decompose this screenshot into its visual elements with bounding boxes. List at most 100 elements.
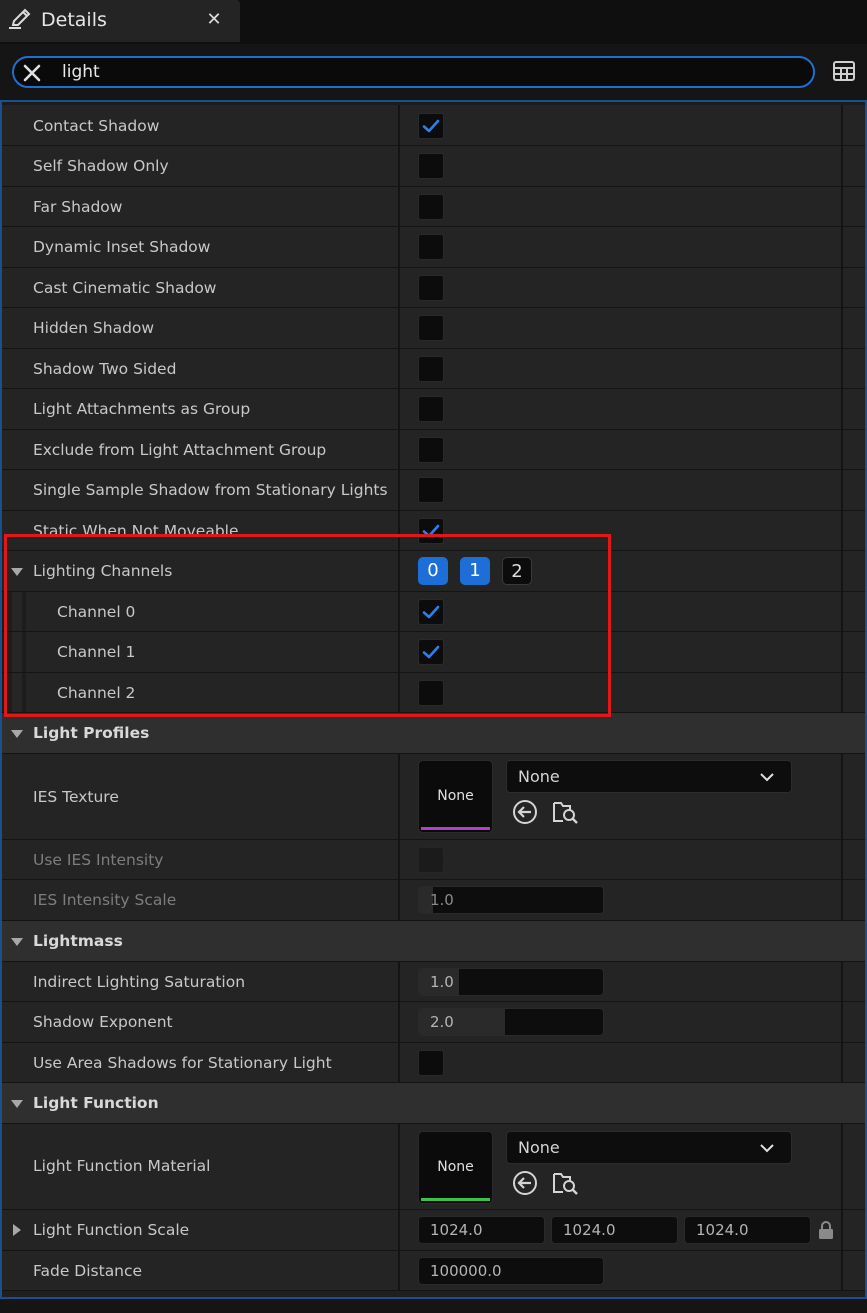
- property-row-use-area-shadows: Use Area Shadows for Stationary Light: [2, 1043, 865, 1083]
- thumbnail-label: None: [437, 1159, 474, 1175]
- section-title: Light Profiles: [33, 724, 150, 742]
- checkbox-light-attachments-as-group[interactable]: [418, 396, 444, 422]
- checkbox-far-shadow[interactable]: [418, 194, 444, 220]
- property-label: Contact Shadow: [33, 117, 160, 135]
- checkbox-channel-2[interactable]: [418, 680, 444, 706]
- chevron-down-icon: [760, 1144, 774, 1153]
- checkbox-use-area-shadows[interactable]: [418, 1050, 444, 1076]
- checkbox-cast-cinematic-shadow[interactable]: [418, 275, 444, 301]
- property-row-static-when-not-moveable: Static When Not Moveable: [2, 511, 865, 551]
- tab-title: Details: [41, 9, 107, 31]
- collapse-arrow-icon[interactable]: [11, 938, 23, 946]
- property-label: Dynamic Inset Shadow: [33, 238, 211, 256]
- checkbox-self-shadow-only[interactable]: [418, 153, 444, 179]
- property-label: Shadow Two Sided: [33, 360, 177, 378]
- chevron-down-icon: [760, 773, 774, 782]
- checkbox-channel-0[interactable]: [418, 599, 444, 625]
- property-label: IES Intensity Scale: [33, 891, 177, 909]
- section-header-lightmass[interactable]: Lightmass: [2, 921, 865, 962]
- table-grid-icon[interactable]: [832, 59, 856, 83]
- property-label: Channel 2: [57, 684, 136, 702]
- property-label: Light Function Scale: [33, 1221, 190, 1239]
- property-label: Use IES Intensity: [33, 851, 164, 869]
- asset-type-bar: [421, 827, 490, 830]
- checkbox-hidden-shadow[interactable]: [418, 315, 444, 341]
- asset-type-bar: [421, 1198, 490, 1201]
- use-selected-asset-icon[interactable]: [511, 798, 539, 826]
- property-row-contact-shadow: Contact Shadow: [2, 105, 865, 146]
- property-row-light-function-scale: Light Function Scale 1024.0 1024.0 1024.…: [2, 1210, 865, 1251]
- search-input[interactable]: [62, 60, 802, 84]
- section-header-light-function[interactable]: Light Function: [2, 1083, 865, 1124]
- collapse-arrow-icon[interactable]: [11, 730, 23, 738]
- browse-asset-icon[interactable]: [551, 1169, 579, 1197]
- close-icon[interactable]: [20, 61, 44, 85]
- property-row-channel-1: Channel 1: [2, 632, 865, 673]
- checkbox-dynamic-inset-shadow[interactable]: [418, 234, 444, 260]
- field-value: 1.0: [430, 973, 454, 991]
- property-row-dynamic-inset-shadow: Dynamic Inset Shadow: [2, 227, 865, 268]
- property-row-ies-intensity-scale: IES Intensity Scale 1.0: [2, 880, 865, 921]
- scale-z-field[interactable]: 1024.0: [684, 1216, 811, 1244]
- property-row-ies-texture: IES Texture None None: [2, 754, 865, 840]
- shadow-exponent-field[interactable]: 2.0: [418, 1008, 604, 1036]
- checkbox-static-when-not-moveable[interactable]: [418, 518, 444, 544]
- asset-thumbnail[interactable]: None: [418, 760, 493, 833]
- checkbox-use-ies-intensity[interactable]: [418, 847, 444, 873]
- scale-x-field[interactable]: 1024.0: [418, 1216, 545, 1244]
- fade-distance-field[interactable]: 100000.0: [418, 1257, 604, 1285]
- tab-details[interactable]: Details ✕: [0, 0, 240, 42]
- details-panel: Contact Shadow Self Shadow Only Far Shad…: [0, 100, 867, 1298]
- property-row-self-shadow-only: Self Shadow Only: [2, 146, 865, 187]
- property-row-shadow-exponent: Shadow Exponent 2.0: [2, 1002, 865, 1043]
- collapse-arrow-icon[interactable]: [11, 568, 23, 576]
- scale-y-field[interactable]: 1024.0: [551, 1216, 678, 1244]
- indirect-lighting-saturation-field[interactable]: 1.0: [418, 968, 604, 996]
- property-row-cast-cinematic-shadow: Cast Cinematic Shadow: [2, 268, 865, 308]
- expand-arrow-icon[interactable]: [13, 1224, 21, 1236]
- checkbox-channel-1[interactable]: [418, 639, 444, 665]
- property-label: Cast Cinematic Shadow: [33, 279, 217, 297]
- section-title: Light Function: [33, 1094, 159, 1112]
- property-label: Shadow Exponent: [33, 1013, 173, 1031]
- checkmark-icon: [422, 119, 440, 133]
- checkbox-contact-shadow[interactable]: [418, 113, 444, 139]
- property-label: IES Texture: [33, 788, 119, 806]
- property-label: Indirect Lighting Saturation: [33, 973, 246, 991]
- checkbox-shadow-two-sided[interactable]: [418, 356, 444, 382]
- browse-asset-icon[interactable]: [551, 798, 579, 826]
- ies-intensity-scale-field[interactable]: 1.0: [418, 886, 604, 914]
- property-label: Exclude from Light Attachment Group: [33, 441, 327, 459]
- tab-close-button[interactable]: ✕: [204, 9, 224, 30]
- field-value: 100000.0: [430, 1262, 502, 1280]
- property-label: Light Function Material: [33, 1157, 211, 1175]
- property-row-indirect-lighting-saturation: Indirect Lighting Saturation 1.0: [2, 962, 865, 1002]
- property-row-channel-2: Channel 2: [2, 673, 865, 713]
- asset-thumbnail[interactable]: None: [418, 1131, 493, 1204]
- section-header-light-profiles[interactable]: Light Profiles: [2, 713, 865, 754]
- checkbox-single-sample-shadow[interactable]: [418, 477, 444, 503]
- property-row-lighting-channels[interactable]: Lighting Channels 0 1 2: [2, 551, 865, 592]
- property-label: Self Shadow Only: [33, 157, 169, 175]
- property-label: Light Attachments as Group: [33, 400, 251, 418]
- property-row-light-attachments-as-group: Light Attachments as Group: [2, 389, 865, 430]
- property-row-hidden-shadow: Hidden Shadow: [2, 308, 865, 349]
- asset-picker-dropdown[interactable]: None: [506, 1131, 792, 1164]
- property-row-use-ies-intensity: Use IES Intensity: [2, 840, 865, 880]
- dropdown-value: None: [518, 1138, 560, 1157]
- property-label: Use Area Shadows for Stationary Light: [33, 1054, 332, 1072]
- channel-chip-2[interactable]: 2: [502, 557, 532, 585]
- collapse-arrow-icon[interactable]: [11, 1100, 23, 1108]
- channel-chip-0[interactable]: 0: [418, 557, 448, 585]
- property-row-exclude-from-light-attachment-group: Exclude from Light Attachment Group: [2, 430, 865, 470]
- property-row-single-sample-shadow: Single Sample Shadow from Stationary Lig…: [2, 470, 865, 511]
- lock-icon[interactable]: [817, 1220, 835, 1240]
- use-selected-asset-icon[interactable]: [511, 1169, 539, 1197]
- property-row-channel-0: Channel 0: [2, 592, 865, 632]
- property-label: Lighting Channels: [33, 562, 173, 580]
- channel-chip-1[interactable]: 1: [460, 557, 490, 585]
- property-label: Far Shadow: [33, 198, 123, 216]
- asset-picker-dropdown[interactable]: None: [506, 760, 792, 793]
- thumbnail-label: None: [437, 788, 474, 804]
- checkbox-exclude-from-light-attachment-group[interactable]: [418, 437, 444, 463]
